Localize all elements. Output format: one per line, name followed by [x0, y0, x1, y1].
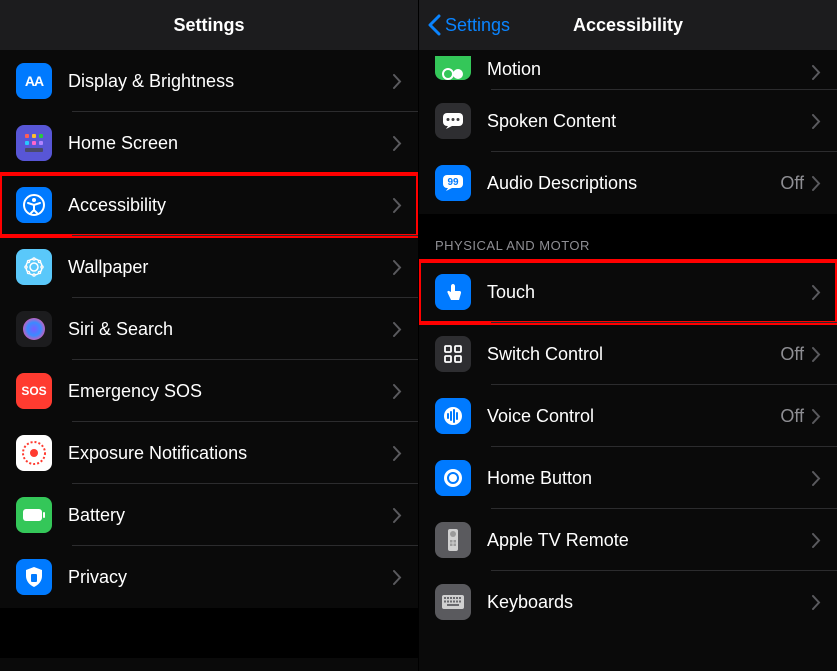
privacy-icon [16, 559, 52, 595]
battery-icon [16, 497, 52, 533]
accessibility-row-switch-control[interactable]: Switch Control Off [419, 323, 837, 385]
spoken-content-icon [435, 103, 471, 139]
list-footer-gap [0, 608, 418, 658]
audio-descriptions-icon: 99 [435, 165, 471, 201]
row-label: Emergency SOS [68, 381, 393, 402]
accessibility-pane: Settings Accessibility Motion Spoken Con… [419, 0, 837, 671]
settings-row-battery[interactable]: Battery [0, 484, 418, 546]
row-label: Exposure Notifications [68, 443, 393, 464]
exposure-icon [16, 435, 52, 471]
settings-row-exposure-notifications[interactable]: Exposure Notifications [0, 422, 418, 484]
settings-pane: Settings AA Display & Brightness [0, 0, 419, 671]
chevron-right-icon [393, 74, 402, 89]
accessibility-row-keyboards[interactable]: Keyboards [419, 571, 837, 633]
row-label: Battery [68, 505, 393, 526]
settings-row-privacy[interactable]: Privacy [0, 546, 418, 608]
chevron-right-icon [812, 176, 821, 191]
row-label: Display & Brightness [68, 71, 393, 92]
settings-header: Settings [0, 0, 418, 50]
wallpaper-icon [16, 249, 52, 285]
row-label: Keyboards [487, 592, 812, 613]
chevron-right-icon [393, 322, 402, 337]
settings-row-display-brightness[interactable]: AA Display & Brightness [0, 50, 418, 112]
keyboards-icon [435, 584, 471, 620]
chevron-right-icon [812, 65, 821, 80]
row-label: Motion [487, 59, 812, 80]
touch-icon [435, 274, 471, 310]
sos-icon: SOS [16, 373, 52, 409]
settings-row-home-screen[interactable]: Home Screen [0, 112, 418, 174]
row-label: Siri & Search [68, 319, 393, 340]
home-screen-icon [16, 125, 52, 161]
row-value: Off [780, 406, 804, 427]
row-label: Spoken Content [487, 111, 812, 132]
home-button-icon [435, 460, 471, 496]
chevron-right-icon [393, 384, 402, 399]
voice-control-icon [435, 398, 471, 434]
motion-icon [435, 56, 471, 80]
chevron-right-icon [812, 347, 821, 362]
accessibility-row-audio-descriptions[interactable]: 99 Audio Descriptions Off [419, 152, 837, 214]
row-label: Audio Descriptions [487, 173, 780, 194]
accessibility-row-spoken-content[interactable]: Spoken Content [419, 90, 837, 152]
settings-row-accessibility[interactable]: Accessibility [0, 174, 418, 236]
accessibility-list[interactable]: Motion Spoken Content 99 [419, 50, 837, 671]
row-value: Off [780, 344, 804, 365]
accessibility-row-home-button[interactable]: Home Button [419, 447, 837, 509]
screenshot-container: Settings AA Display & Brightness [0, 0, 837, 671]
chevron-right-icon [812, 114, 821, 129]
apple-tv-remote-icon [435, 522, 471, 558]
chevron-right-icon [812, 471, 821, 486]
accessibility-title: Accessibility [573, 15, 683, 36]
row-label: Home Screen [68, 133, 393, 154]
settings-list[interactable]: AA Display & Brightness Home Screen [0, 50, 418, 671]
accessibility-icon [16, 187, 52, 223]
accessibility-row-motion[interactable]: Motion [419, 50, 837, 90]
chevron-right-icon [393, 198, 402, 213]
back-label: Settings [445, 15, 510, 36]
accessibility-row-touch[interactable]: Touch [419, 261, 837, 323]
row-label: Touch [487, 282, 812, 303]
accessibility-row-apple-tv-remote[interactable]: Apple TV Remote [419, 509, 837, 571]
accessibility-header: Settings Accessibility [419, 0, 837, 50]
row-label: Switch Control [487, 344, 780, 365]
settings-title: Settings [173, 15, 244, 36]
row-value: Off [780, 173, 804, 194]
settings-row-emergency-sos[interactable]: SOS Emergency SOS [0, 360, 418, 422]
chevron-right-icon [812, 285, 821, 300]
back-button[interactable]: Settings [427, 0, 510, 50]
row-label: Privacy [68, 567, 393, 588]
chevron-right-icon [812, 409, 821, 424]
chevron-right-icon [393, 136, 402, 151]
chevron-right-icon [812, 595, 821, 610]
chevron-right-icon [393, 446, 402, 461]
switch-control-icon [435, 336, 471, 372]
chevron-left-icon [427, 14, 441, 36]
siri-icon [16, 311, 52, 347]
chevron-right-icon [393, 508, 402, 523]
row-label: Voice Control [487, 406, 780, 427]
settings-row-wallpaper[interactable]: Wallpaper [0, 236, 418, 298]
svg-text:99: 99 [447, 177, 459, 188]
row-label: Apple TV Remote [487, 530, 812, 551]
accessibility-row-voice-control[interactable]: Voice Control Off [419, 385, 837, 447]
chevron-right-icon [393, 570, 402, 585]
row-label: Home Button [487, 468, 812, 489]
row-label: Accessibility [68, 195, 393, 216]
row-label: Wallpaper [68, 257, 393, 278]
settings-row-siri-search[interactable]: Siri & Search [0, 298, 418, 360]
display-brightness-icon: AA [16, 63, 52, 99]
chevron-right-icon [812, 533, 821, 548]
chevron-right-icon [393, 260, 402, 275]
section-header-physical-motor: PHYSICAL AND MOTOR [419, 214, 837, 261]
